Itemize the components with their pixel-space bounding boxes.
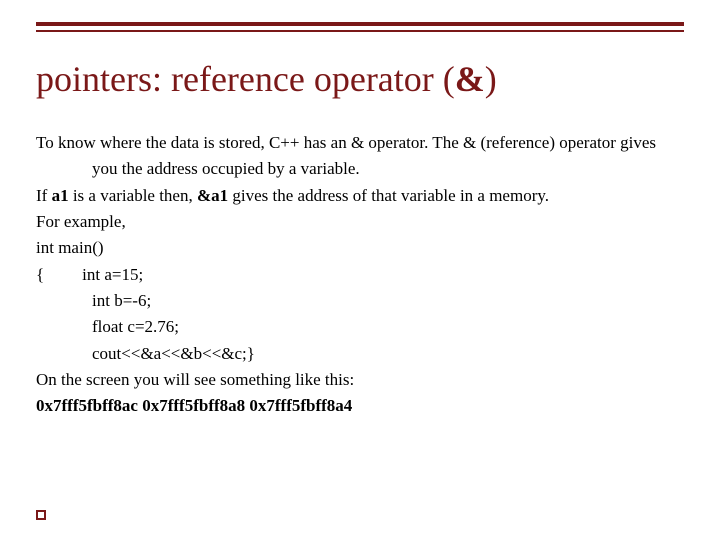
footer-bullet-icon bbox=[36, 510, 46, 520]
code-line-c: float c=2.76; bbox=[36, 314, 684, 340]
body-line-example-label: For example, bbox=[36, 209, 684, 235]
body-line-if: If a1 is a variable then, &a1 gives the … bbox=[36, 183, 684, 209]
title-ampersand: & bbox=[455, 59, 485, 99]
slide-title: pointers: reference operator (&) bbox=[36, 60, 497, 100]
title-text-1: pointers: reference operator ( bbox=[36, 59, 455, 99]
code-line-main: int main() bbox=[36, 235, 684, 261]
code-line-b: int b=-6; bbox=[36, 288, 684, 314]
body-line-result-label: On the screen you will see something lik… bbox=[36, 367, 684, 393]
code-line-cout: cout<<&a<<&b<<&c;} bbox=[36, 341, 684, 367]
code-line-a: {int a=15; bbox=[36, 262, 684, 288]
title-text-2: ) bbox=[485, 59, 497, 99]
body-line-result: 0x7fff5fbff8ac 0x7fff5fbff8a8 0x7fff5fbf… bbox=[36, 393, 684, 419]
header-rule bbox=[36, 22, 684, 32]
body-line-intro: To know where the data is stored, C++ ha… bbox=[36, 130, 684, 183]
slide-body: To know where the data is stored, C++ ha… bbox=[36, 130, 684, 420]
slide: pointers: reference operator (&) To know… bbox=[0, 0, 720, 540]
